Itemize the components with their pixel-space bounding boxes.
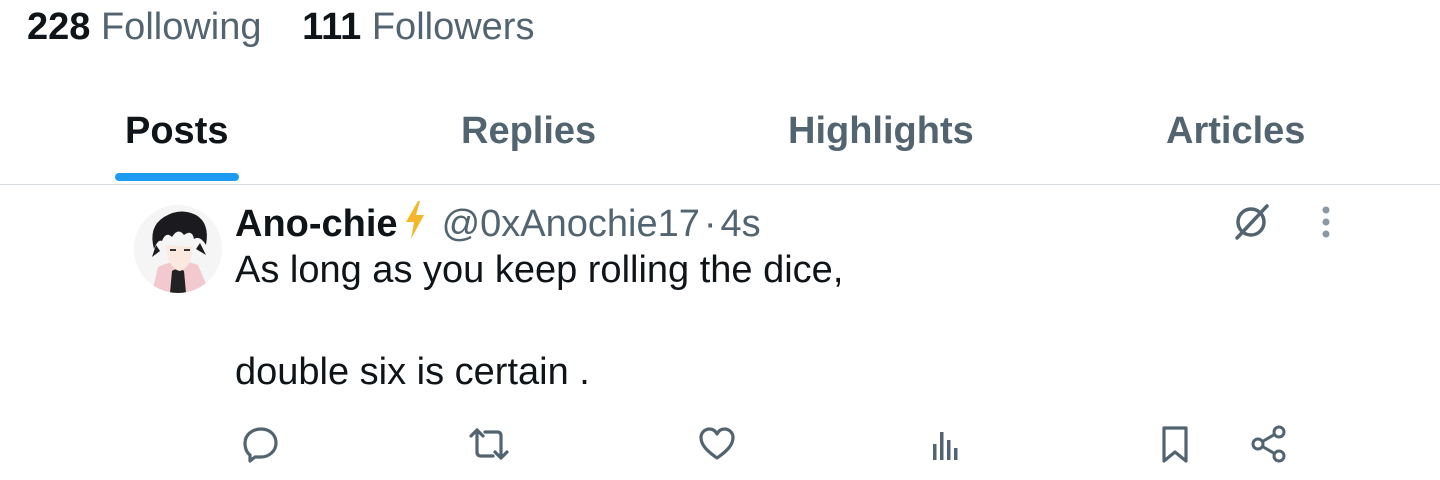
avatar[interactable] <box>134 205 222 293</box>
followers-count: 111 <box>302 6 362 48</box>
following-link[interactable]: 228 Following <box>27 4 262 50</box>
tab-posts[interactable]: Posts <box>125 110 228 153</box>
following-label: Following <box>100 6 262 48</box>
repost-icon[interactable] <box>466 421 512 467</box>
reply-icon[interactable] <box>238 421 284 467</box>
views-icon[interactable] <box>922 421 968 467</box>
bookmark-icon[interactable] <box>1152 421 1198 467</box>
profile-stats: 228 Following 111 Followers <box>27 4 564 50</box>
grok-icon[interactable] <box>1228 199 1274 245</box>
tab-highlights[interactable]: Highlights <box>788 110 974 153</box>
share-icon[interactable] <box>1246 421 1292 467</box>
post[interactable]: Ano-chie @0xAnochie17 · 4s As long as you k… <box>0 185 1440 480</box>
author-handle[interactable]: @0xAnochie17 <box>442 203 700 245</box>
followers-link[interactable]: 111 Followers <box>302 4 534 50</box>
post-text-line-1: As long as you keep rolling the dice, <box>235 249 844 291</box>
like-icon[interactable] <box>694 421 740 467</box>
lightning-badge-icon <box>404 200 426 250</box>
active-tab-indicator <box>115 173 239 181</box>
profile-tabs: Posts Replies Highlights Articles <box>0 100 1440 185</box>
author-name[interactable]: Ano-chie <box>235 203 398 245</box>
post-text-line-2: double six is certain . <box>235 351 590 393</box>
separator-dot: · <box>703 203 717 245</box>
post-timestamp[interactable]: 4s <box>721 203 761 245</box>
more-options-icon[interactable] <box>1308 199 1344 245</box>
tab-articles[interactable]: Articles <box>1166 110 1305 153</box>
followers-label: Followers <box>371 6 535 48</box>
post-header: Ano-chie @0xAnochie17 · 4s <box>235 200 761 250</box>
following-count: 228 <box>27 6 91 48</box>
tab-replies[interactable]: Replies <box>461 110 596 153</box>
